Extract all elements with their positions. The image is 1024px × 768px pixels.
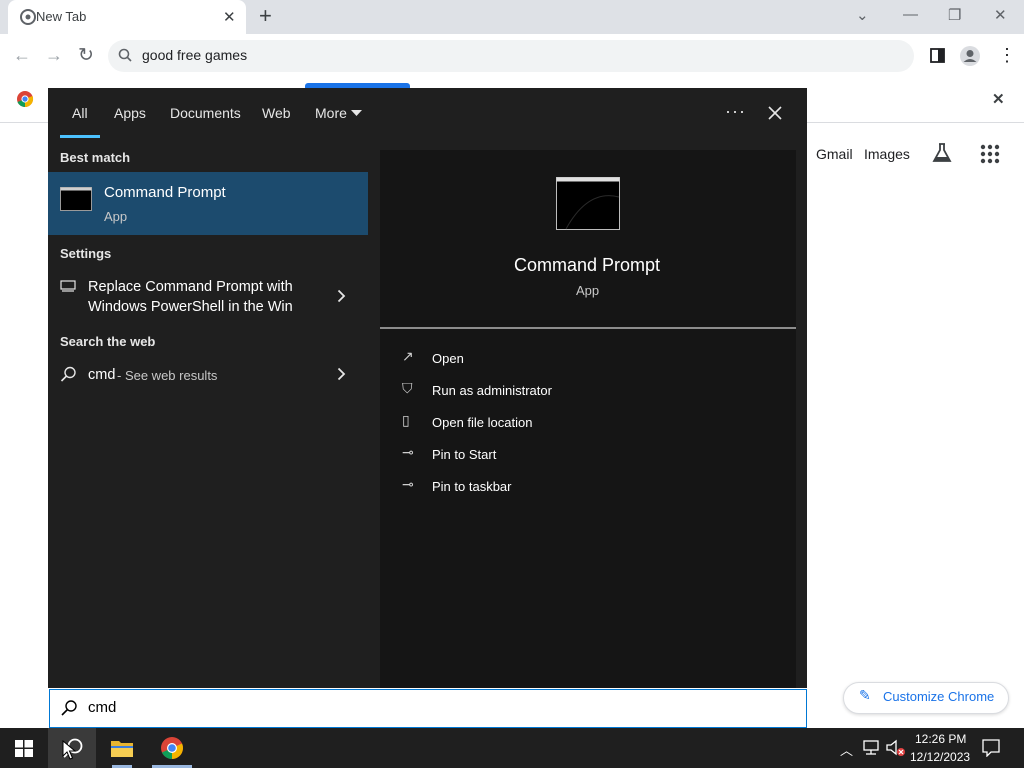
tab-title: New Tab	[36, 9, 87, 24]
more-dropdown-icon[interactable]	[351, 110, 362, 117]
gmail-link[interactable]: Gmail	[816, 146, 853, 162]
pin-taskbar-icon: ⊸	[402, 476, 414, 492]
active-tab-indicator	[60, 135, 100, 138]
best-match-item[interactable]	[48, 172, 368, 235]
preview-subtitle: App	[576, 283, 600, 298]
shield-icon: ⛉	[402, 380, 413, 396]
volume-muted-icon[interactable]	[886, 739, 906, 757]
search-input-value[interactable]: cmd	[88, 699, 116, 716]
clock-date[interactable]: 12/12/2023	[910, 750, 970, 764]
search-input[interactable]	[49, 689, 807, 728]
chevron-right-icon-web[interactable]	[337, 367, 346, 381]
open-icon: ↗	[402, 348, 414, 364]
chrome-tab-icon	[20, 9, 36, 25]
forward-arrow-icon[interactable]: →	[45, 45, 63, 66]
notifications-icon[interactable]	[982, 739, 1000, 757]
best-match-subtitle: App	[104, 209, 128, 224]
tab-all[interactable]: All	[72, 105, 88, 121]
action-open-label: Open	[432, 351, 464, 366]
best-match-heading: Best match	[60, 150, 131, 165]
preview-divider	[380, 327, 796, 329]
pencil-icon: ✎	[859, 687, 871, 703]
show-hidden-icons-icon[interactable]: ︿	[840, 740, 853, 759]
restore-icon[interactable]: ❐	[948, 6, 961, 24]
close-infobar-icon[interactable]: ✕	[992, 90, 1005, 108]
profile-avatar-icon[interactable]	[959, 45, 981, 67]
network-icon[interactable]	[862, 740, 880, 756]
command-prompt-large-icon	[556, 177, 620, 230]
more-options-icon[interactable]: ···	[725, 101, 746, 122]
search-box-icon	[61, 700, 77, 716]
action-run-as-admin-label: Run as administrator	[432, 383, 552, 398]
tab-more[interactable]: More	[315, 105, 347, 121]
command-prompt-icon	[60, 187, 92, 211]
action-pin-to-taskbar-label: Pin to taskbar	[432, 479, 512, 494]
settings-display-icon	[60, 280, 76, 292]
images-link[interactable]: Images	[864, 146, 910, 162]
back-arrow-icon[interactable]: ←	[13, 45, 31, 66]
tab-documents[interactable]: Documents	[170, 105, 241, 121]
mouse-cursor-icon	[62, 740, 76, 760]
menu-dots-icon[interactable]: ⋮	[998, 45, 1016, 66]
web-search-icon	[60, 366, 76, 382]
settings-item-line2: Windows PowerShell in the Win	[88, 299, 293, 315]
tab-apps[interactable]: Apps	[114, 105, 146, 121]
action-open-file-location-label: Open file location	[432, 415, 533, 430]
chrome-logo-icon	[17, 91, 34, 108]
tab-web[interactable]: Web	[262, 105, 291, 121]
clock-time[interactable]: 12:26 PM	[915, 732, 966, 746]
tab-search-chevron-icon[interactable]: ⌄	[856, 6, 869, 24]
search-icon	[118, 48, 132, 62]
web-suffix: - See web results	[117, 368, 218, 383]
reload-icon[interactable]: ↻	[78, 44, 94, 67]
pin-icon: ⊸	[402, 444, 414, 460]
settings-item-line1: Replace Command Prompt with	[88, 279, 293, 295]
apps-grid-icon[interactable]	[980, 144, 1000, 164]
windows-start-icon[interactable]	[15, 740, 33, 757]
folder-icon: ▯	[402, 412, 410, 428]
file-explorer-icon[interactable]	[110, 738, 134, 758]
chevron-right-icon[interactable]	[337, 289, 346, 303]
settings-heading: Settings	[60, 246, 112, 261]
preview-title: Command Prompt	[514, 255, 661, 275]
chrome-taskbar-icon[interactable]	[160, 736, 184, 760]
best-match-title: Command Prompt	[104, 184, 226, 201]
web-query: cmd	[88, 367, 116, 383]
omnibox-text[interactable]: good free games	[142, 47, 247, 63]
minimize-icon[interactable]: —	[903, 6, 918, 23]
side-panel-icon[interactable]	[930, 48, 945, 63]
close-panel-icon[interactable]	[768, 106, 782, 120]
close-tab-icon[interactable]: ✕	[223, 8, 236, 26]
action-pin-to-start-label: Pin to Start	[432, 447, 497, 462]
close-window-icon[interactable]: ✕	[994, 6, 1007, 24]
search-web-heading: Search the web	[60, 334, 156, 349]
customize-chrome-label: Customize Chrome	[883, 689, 995, 704]
new-tab-plus-icon[interactable]: +	[259, 3, 272, 29]
labs-flask-icon[interactable]	[931, 142, 953, 164]
